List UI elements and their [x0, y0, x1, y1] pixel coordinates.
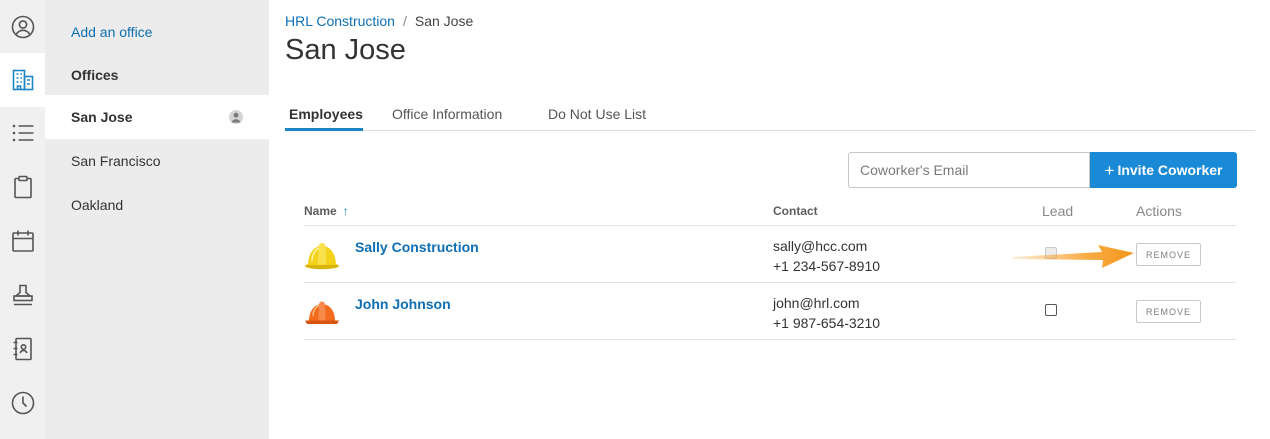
coworker-email-input[interactable]: [848, 152, 1090, 188]
table-row: John Johnson john@hrl.com +1 987-654-321…: [304, 283, 1236, 340]
rail-clipboard[interactable]: [0, 160, 45, 214]
stamp-icon: [12, 284, 33, 306]
main-content: HRL Construction / San Jose San Jose Emplo…: [285, 0, 1255, 439]
invite-button-label: Invite Coworker: [1117, 162, 1223, 178]
rail-address-book[interactable]: [0, 322, 45, 376]
tab-employees[interactable]: Employees: [289, 106, 363, 122]
yellow-hardhat-icon: [305, 243, 339, 270]
employee-name-link[interactable]: Sally Construction: [355, 239, 479, 255]
active-tab-indicator: [285, 128, 363, 131]
employee-contact: sally@hcc.com +1 234-567-8910: [773, 236, 880, 276]
sidebar-item-oakland[interactable]: Oakland: [45, 183, 269, 227]
orange-hardhat-icon: [305, 301, 339, 324]
rail-stamp[interactable]: [0, 268, 45, 322]
name-column-header[interactable]: Name ↑: [304, 204, 349, 218]
app-window: Add an office Offices San Jose San Franc…: [0, 0, 1270, 439]
employee-email: john@hrl.com: [773, 295, 860, 311]
rail-history[interactable]: [0, 376, 45, 430]
tab-do-not-use-list[interactable]: Do Not Use List: [548, 106, 646, 122]
rail-list[interactable]: [0, 106, 45, 160]
employee-phone: +1 234-567-8910: [773, 258, 881, 274]
offices-heading: Offices: [71, 67, 119, 83]
tab-office-information[interactable]: Office Information: [392, 106, 502, 122]
offices-sidebar: Add an office Offices San Jose San Franc…: [45, 0, 269, 439]
employee-email: sally@hcc.com: [773, 238, 868, 254]
sort-ascending-icon: ↑: [342, 204, 349, 218]
rail-calendar[interactable]: [0, 214, 45, 268]
table-header: Name ↑ Contact Lead Actions: [304, 196, 1236, 226]
breadcrumb-current: San Jose: [414, 13, 474, 29]
employee-contact: john@hrl.com +1 987-654-3210: [773, 293, 880, 333]
clipboard-icon: [13, 175, 32, 199]
annotation-arrow-icon: [1012, 245, 1134, 268]
building-icon: [12, 69, 33, 91]
name-header-label: Name: [304, 204, 337, 218]
icon-rail: [0, 0, 45, 439]
employee-phone: +1 987-654-3210: [773, 315, 881, 331]
lead-column-header: Lead: [1042, 203, 1074, 219]
actions-column-header: Actions: [1136, 203, 1182, 219]
page-title: San Jose: [285, 34, 406, 66]
breadcrumb: HRL Construction / San Jose: [285, 13, 473, 29]
tab-bar: Employees Office Information Do Not Use …: [285, 98, 1255, 131]
breadcrumb-separator: /: [402, 13, 407, 29]
person-icon: [229, 110, 243, 124]
remove-button[interactable]: REMOVE: [1136, 300, 1201, 323]
sidebar-item-label: San Jose: [71, 109, 133, 125]
sidebar-item-san-francisco[interactable]: San Francisco: [45, 139, 269, 183]
rail-profile[interactable]: [0, 0, 45, 54]
user-circle-icon: [11, 15, 34, 39]
sidebar-item-label: San Francisco: [71, 153, 161, 169]
add-office-link[interactable]: Add an office: [71, 24, 152, 40]
breadcrumb-parent-link[interactable]: HRL Construction: [285, 13, 395, 29]
rail-offices[interactable]: [0, 53, 45, 107]
sidebar-item-label: Oakland: [71, 197, 124, 213]
invite-coworker-button[interactable]: + Invite Coworker: [1090, 152, 1237, 188]
list-icon: [12, 124, 33, 142]
address-book-icon: [13, 337, 32, 361]
calendar-icon: [11, 230, 34, 252]
sidebar-item-san-jose[interactable]: San Jose: [45, 95, 269, 139]
lead-checkbox[interactable]: [1045, 304, 1057, 316]
remove-button[interactable]: REMOVE: [1136, 243, 1201, 266]
employee-name-link[interactable]: John Johnson: [355, 296, 451, 312]
contact-column-header: Contact: [773, 204, 818, 218]
clock-icon: [11, 391, 34, 415]
plus-icon: +: [1104, 160, 1115, 180]
